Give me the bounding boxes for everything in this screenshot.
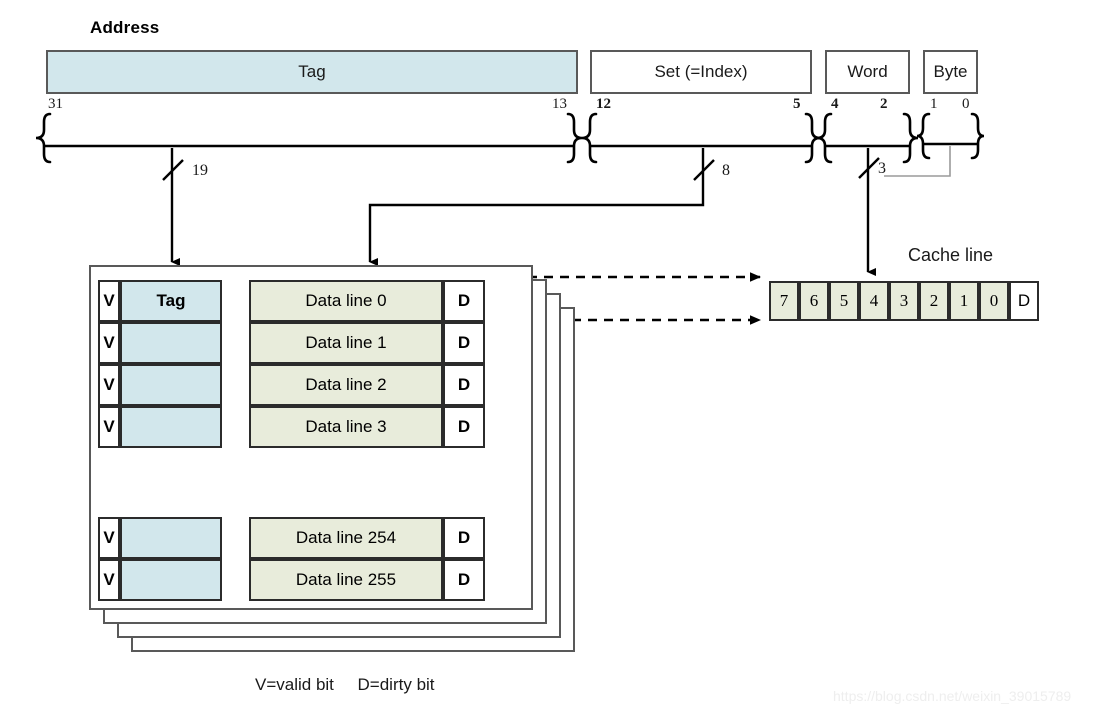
data-line-cell: Data line 1 (249, 322, 443, 364)
bit-label-byte-lsb: 0 (962, 96, 970, 112)
dirty-bit-cell: D (443, 559, 485, 601)
bit-label-tag-lsb: 13 (552, 96, 567, 112)
bit-label-word-msb: 4 (831, 96, 839, 112)
cache-line-dirty-cell: D (1009, 281, 1039, 321)
bit-label-word-lsb: 2 (880, 96, 888, 112)
valid-bit-cell: V (98, 559, 120, 601)
address-field-byte: Byte (923, 50, 978, 94)
tag-cell (120, 406, 222, 448)
tag-cell: Tag (120, 280, 222, 322)
dirty-bit-cell: D (443, 364, 485, 406)
cache-line-byte-cell: 6 (799, 281, 829, 321)
cache-line-byte-cell: 0 (979, 281, 1009, 321)
cache-diagram-canvas: Address Tag Set (=Index) Word Byte 31 13… (0, 0, 1107, 720)
dirty-bit-cell: D (443, 517, 485, 559)
dirty-bit-cell: D (443, 322, 485, 364)
tag-cell (120, 559, 222, 601)
bit-label-set-msb: 12 (596, 96, 611, 112)
tag-cell (120, 364, 222, 406)
address-field-set-label: Set (=Index) (654, 62, 748, 81)
valid-bit-cell: V (98, 322, 120, 364)
valid-bit-cell: V (98, 280, 120, 322)
valid-bit-cell: V (98, 406, 120, 448)
bus-width-label-word: 3 (878, 160, 886, 177)
cache-line-byte-cell: 5 (829, 281, 859, 321)
address-field-word: Word (825, 50, 910, 94)
cache-line-byte-cell: 1 (949, 281, 979, 321)
data-line-cell: Data line 0 (249, 280, 443, 322)
cache-line-byte-cell: 3 (889, 281, 919, 321)
address-field-tag-label: Tag (298, 62, 326, 81)
data-line-cell: Data line 2 (249, 364, 443, 406)
valid-bit-cell: V (98, 364, 120, 406)
address-title: Address (90, 18, 160, 37)
data-line-cell: Data line 254 (249, 517, 443, 559)
address-field-set: Set (=Index) (590, 50, 812, 94)
bus-width-label-set: 8 (722, 162, 730, 179)
legend-text: V=valid bit D=dirty bit (255, 675, 435, 694)
cache-line-byte-cell: 4 (859, 281, 889, 321)
dirty-bit-cell: D (443, 406, 485, 448)
bit-label-set-lsb: 5 (793, 96, 801, 112)
data-line-cell: Data line 3 (249, 406, 443, 448)
cache-line-label: Cache line (908, 245, 994, 265)
cache-line-byte-cell: 2 (919, 281, 949, 321)
dirty-bit-cell: D (443, 280, 485, 322)
cache-line-byte-cell: 7 (769, 281, 799, 321)
bit-label-tag-msb: 31 (48, 96, 63, 112)
data-line-cell: Data line 255 (249, 559, 443, 601)
bit-label-byte-msb: 1 (930, 96, 938, 112)
bus-width-label-tag: 19 (192, 162, 208, 179)
valid-bit-cell: V (98, 517, 120, 559)
watermark: https://blog.csdn.net/weixin_39015789 (833, 688, 1072, 704)
address-field-word-label: Word (847, 62, 888, 81)
address-field-tag: Tag (46, 50, 578, 94)
tag-cell (120, 322, 222, 364)
address-field-byte-label: Byte (933, 62, 968, 81)
tag-cell (120, 517, 222, 559)
